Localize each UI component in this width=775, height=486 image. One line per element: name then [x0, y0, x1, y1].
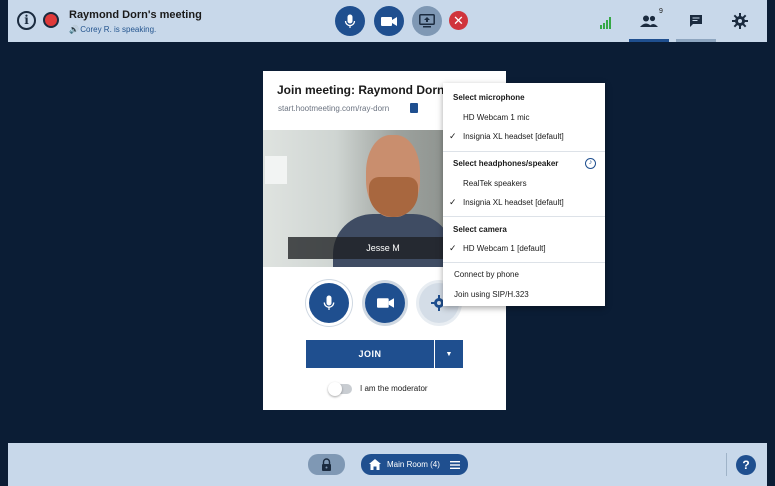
menu-icon [450, 460, 460, 469]
camera-option[interactable]: HD Webcam 1 [default] [463, 244, 546, 253]
camera-heading: Select camera [453, 225, 507, 234]
home-icon [369, 459, 381, 470]
mic-option[interactable]: Insignia XL headset [default] [463, 132, 564, 141]
tab-underline [629, 39, 669, 42]
divider [726, 453, 727, 476]
active-speaker: 🔊 Corey R. is speaking. [69, 25, 156, 34]
moderator-toggle[interactable] [328, 382, 352, 396]
preview-mic-button[interactable] [309, 283, 349, 323]
speaker-option[interactable]: Insignia XL headset [default] [463, 198, 564, 207]
video-camera-icon [381, 16, 397, 26]
chat-icon [690, 15, 702, 27]
lock-icon [322, 458, 331, 471]
top-bar: i Raymond Dorn's meeting 🔊 Corey R. is s… [0, 0, 775, 42]
mic-toggle-button[interactable] [335, 6, 365, 36]
bottom-bar: Main Room (4) ? [0, 443, 775, 486]
checkmark-icon: ✓ [449, 197, 457, 207]
tab-underline [676, 39, 716, 42]
meeting-title: Raymond Dorn's meeting [69, 9, 202, 21]
device-settings-menu: Select microphone HD Webcam 1 mic ✓ Insi… [443, 83, 605, 306]
mic-option[interactable]: HD Webcam 1 mic [463, 113, 530, 122]
help-icon[interactable]: ? [736, 455, 756, 475]
chevron-down-icon: ▼ [445, 350, 453, 358]
room-label: Main Room (4) [387, 460, 440, 469]
moderator-label: I am the moderator [360, 384, 428, 393]
people-icon [640, 15, 658, 27]
tab-chat[interactable] [676, 0, 716, 42]
participants-count-badge: 9 [659, 8, 663, 15]
microphone-icon [323, 295, 335, 310]
speaker-heading: Select headphones/speaker [453, 159, 559, 168]
checkmark-icon: ✓ [449, 131, 457, 141]
bottom-bar-edge-left [0, 443, 8, 486]
join-options-dropdown[interactable]: ▼ [435, 340, 463, 368]
microphone-heading: Select microphone [453, 93, 525, 102]
screen-share-button[interactable] [412, 6, 442, 36]
speaker-option[interactable]: RealTek speakers [463, 179, 527, 188]
join-sip-option[interactable]: Join using SIP/H.323 [454, 290, 529, 299]
tab-participants[interactable]: 9 [629, 0, 669, 42]
signal-strength-icon [600, 17, 611, 29]
connect-by-phone-option[interactable]: Connect by phone [454, 270, 519, 279]
record-indicator-icon[interactable] [43, 12, 59, 28]
speaker-test-icon[interactable]: ♪ [585, 158, 596, 169]
lock-room-button[interactable] [308, 454, 345, 475]
speaker-icon: 🔊 [69, 25, 79, 34]
gear-icon [732, 13, 748, 29]
join-title: Join meeting: Raymond Dorn [277, 83, 445, 97]
join-button[interactable]: JOIN [306, 340, 434, 368]
end-call-button[interactable]: ✕ [449, 11, 468, 30]
checkmark-icon: ✓ [449, 243, 457, 253]
room-selector-button[interactable]: Main Room (4) [361, 454, 468, 475]
copy-link-icon[interactable] [410, 103, 418, 113]
bottom-bar-edge-right [767, 443, 775, 486]
video-camera-icon [376, 298, 394, 308]
top-bar-edge-left [0, 0, 8, 42]
camera-toggle-button[interactable] [374, 6, 404, 36]
screen-share-icon [419, 14, 435, 28]
microphone-icon [344, 14, 356, 28]
top-bar-edge-right [767, 0, 775, 42]
meeting-url: start.hootmeeting.com/ray-dorn [278, 104, 390, 113]
close-icon: ✕ [453, 13, 464, 28]
tab-settings[interactable] [720, 0, 760, 42]
menu-divider [443, 216, 605, 217]
menu-divider [443, 262, 605, 263]
preview-camera-button[interactable] [365, 283, 405, 323]
active-speaker-text: Corey R. is speaking. [80, 25, 157, 34]
menu-divider [443, 151, 605, 152]
info-icon[interactable]: i [17, 11, 36, 30]
